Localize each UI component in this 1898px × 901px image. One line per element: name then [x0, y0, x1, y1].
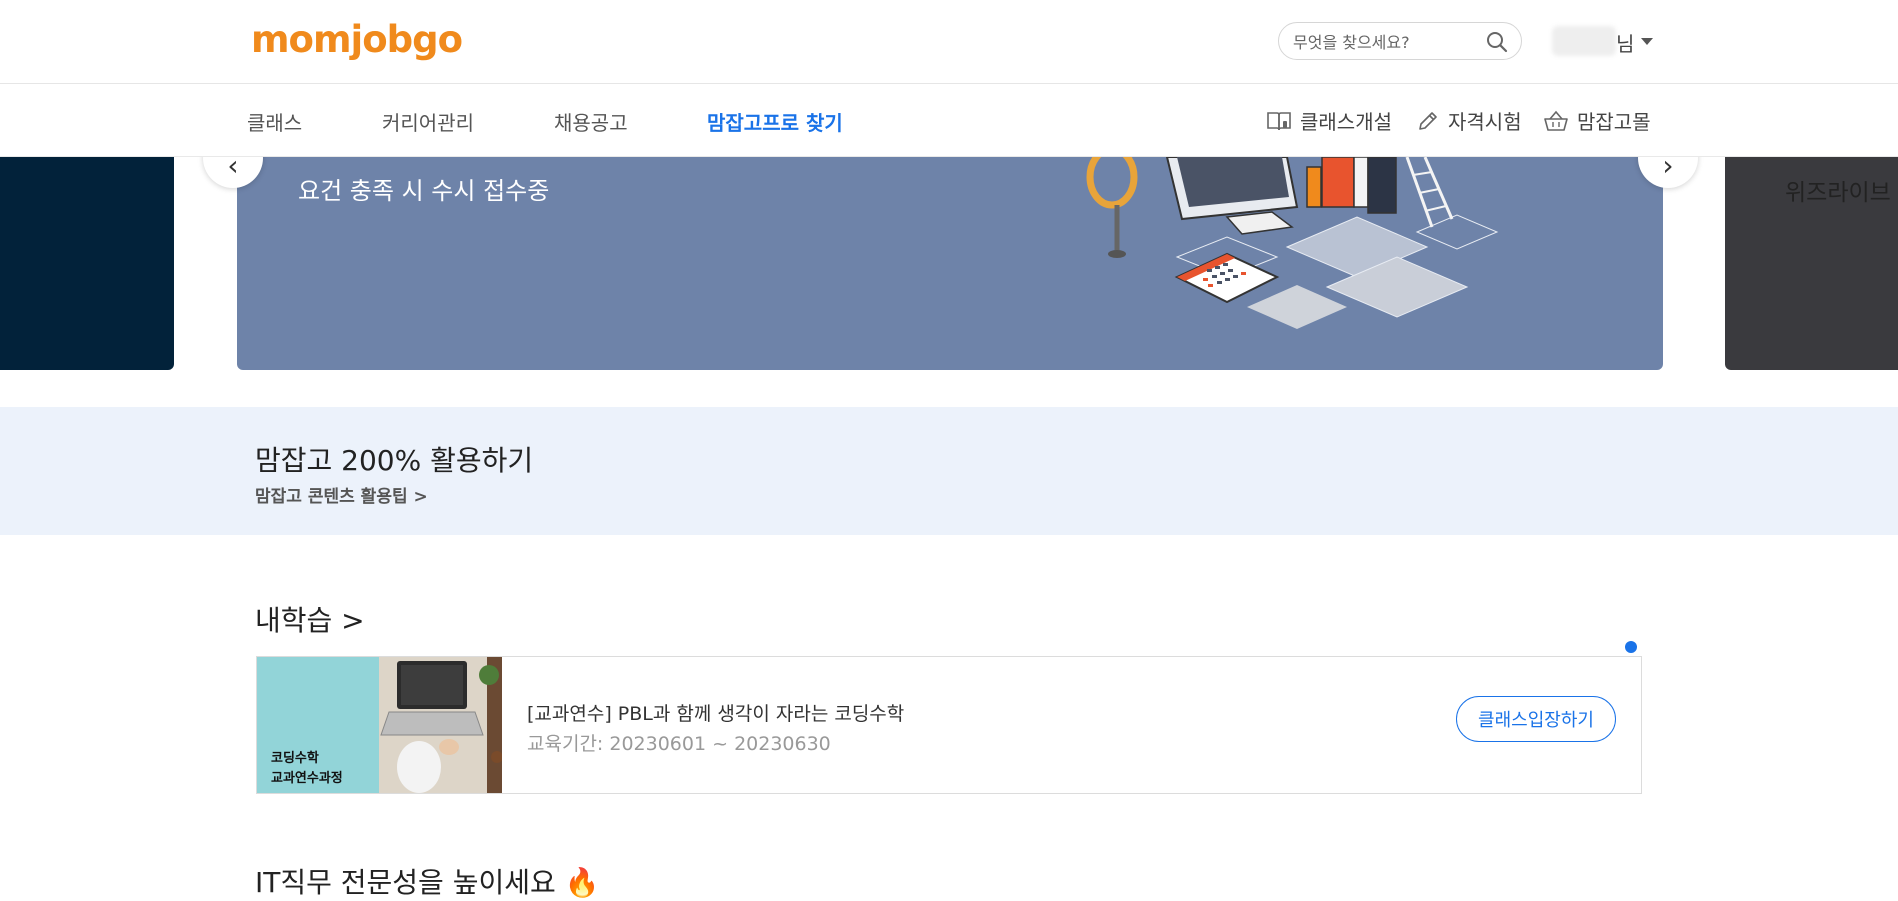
thumbnail-caption-2: 교과연수과정 — [271, 771, 343, 786]
user-name-blurred — [1552, 26, 1616, 56]
user-suffix: 님 — [1616, 32, 1635, 56]
banner-text: 요건 충족 시 수시 접수중 — [298, 177, 550, 205]
carousel-indicator-dot[interactable] — [1625, 641, 1637, 653]
banner-slide-prev[interactable] — [0, 157, 174, 370]
top-header: momjobgo 님 — [0, 0, 1898, 84]
course-title[interactable]: [교과연수] PBL과 함께 생각이 자라는 코딩수학 — [527, 699, 904, 726]
search-box[interactable] — [1278, 22, 1522, 60]
nav-util-mall[interactable]: 맘잡고몰 — [1543, 106, 1651, 135]
search-icon[interactable] — [1485, 30, 1509, 54]
site-logo[interactable]: momjobgo — [251, 18, 463, 61]
nav-item-find-pro[interactable]: 맘잡고프로 찾기 — [707, 107, 843, 136]
banner-next-peek-text: 위즈라이브 — [1785, 180, 1891, 206]
thumbnail-photo — [379, 657, 502, 793]
nav-util-open-class-label: 클래스개설 — [1300, 110, 1392, 134]
nav-util-certification[interactable]: 자격시험 — [1416, 106, 1522, 135]
tips-link[interactable]: 맘잡고 콘텐츠 활용팁 > — [255, 482, 428, 507]
nav-item-career[interactable]: 커리어관리 — [382, 107, 474, 136]
nav-item-jobs[interactable]: 채용공고 — [554, 107, 628, 136]
banner-illustration — [1086, 157, 1499, 329]
laptop-illustration — [379, 657, 502, 793]
tips-title: 맘잡고 200% 활용하기 — [255, 444, 534, 477]
nav-util-mall-label: 맘잡고몰 — [1577, 110, 1651, 134]
nav-util-certification-label: 자격시험 — [1448, 110, 1522, 134]
chevron-down-icon[interactable] — [1641, 38, 1653, 45]
basket-icon — [1544, 110, 1568, 131]
book-icon — [1267, 111, 1291, 130]
tips-section: 맘잡고 200% 활용하기 맘잡고 콘텐츠 활용팁 > — [0, 407, 1898, 535]
course-thumbnail[interactable]: 코딩수학 교과연수과정 — [257, 657, 502, 793]
nav-item-class[interactable]: 클래스 — [247, 107, 302, 136]
pencil-icon — [1419, 111, 1437, 130]
course-period: 교육기간: 20230601 ~ 20230630 — [527, 733, 831, 755]
banner-slide-next[interactable]: 위즈라이브 — [1725, 157, 1898, 370]
my-learning-heading[interactable]: 내학습 > — [255, 599, 365, 639]
nav-util-open-class[interactable]: 클래스개설 — [1266, 106, 1392, 135]
banner-slide-current[interactable]: 요건 충족 시 수시 접수중 — [237, 157, 1663, 370]
thumbnail-caption-1: 코딩수학 — [271, 751, 319, 766]
it-section-heading: IT직무 전문성을 높이세요 🔥 — [255, 866, 600, 899]
main-nav: 클래스 커리어관리 채용공고 맘잡고프로 찾기 클래스개설 자격시험 맘잡고몰 — [0, 84, 1898, 157]
course-card: 코딩수학 교과연수과정 [교과연수] PBL과 함께 생각이 자라는 코딩수학 … — [256, 656, 1642, 794]
enter-class-button[interactable]: 클래스입장하기 — [1456, 696, 1616, 742]
search-input[interactable] — [1291, 29, 1485, 55]
